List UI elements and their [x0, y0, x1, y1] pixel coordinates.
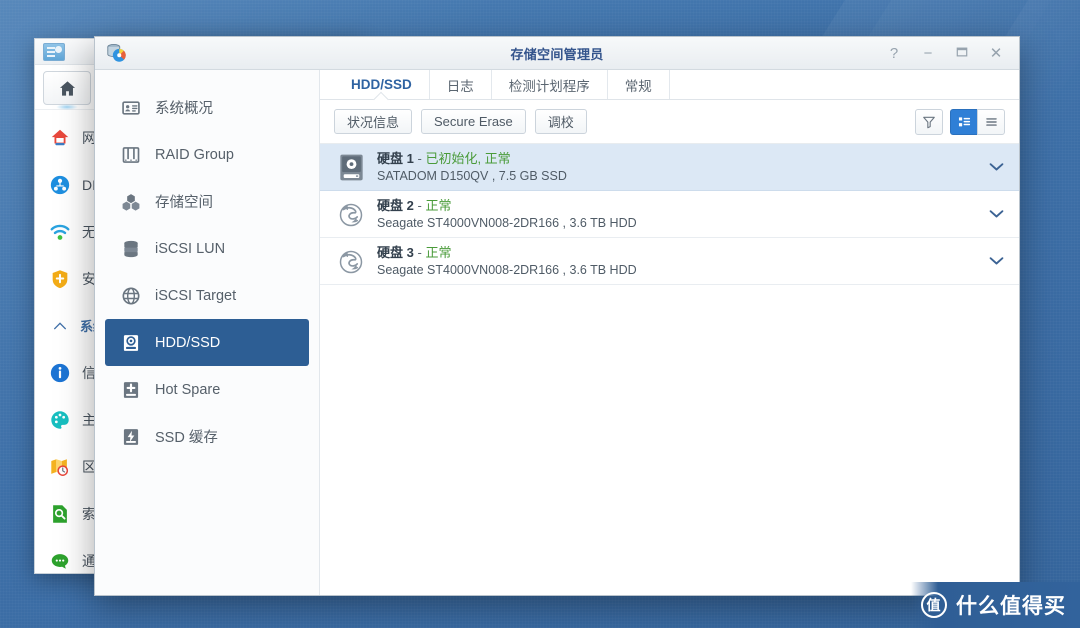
chevron-down-icon	[989, 257, 1003, 265]
indexing-icon	[48, 502, 72, 526]
control-panel-icon	[43, 42, 65, 61]
sidebar-item-label: SSD 缓存	[155, 430, 218, 446]
disk-name: 硬盘 1	[377, 150, 414, 166]
tab-hdd-ssd[interactable]: HDD/SSD	[334, 70, 430, 99]
expand-button[interactable]	[973, 256, 1019, 266]
regional-options-icon	[48, 455, 72, 479]
chevron-up-icon	[48, 314, 72, 338]
expand-button[interactable]	[973, 162, 1019, 172]
disk-status: 已初始化, 正常	[425, 150, 511, 166]
disk-row[interactable]: 硬盘 1 - 已初始化, 正常 SATADOM D150QV , 7.5 GB …	[320, 144, 1019, 191]
disk-separator: -	[417, 150, 422, 166]
raid-group-icon	[120, 144, 142, 166]
disk-name: 硬盘 2	[377, 197, 414, 213]
sidebar-item-ssd-cache[interactable]: SSD 缓存	[105, 413, 309, 460]
disk-row[interactable]: 硬盘 3 - 正常 Seagate ST4000VN008-2DR166 , 3…	[320, 238, 1019, 285]
maximize-button[interactable]	[955, 46, 969, 61]
disk-row[interactable]: 硬盘 2 - 正常 Seagate ST4000VN008-2DR166 , 3…	[320, 191, 1019, 238]
filter-icon	[923, 116, 935, 128]
toolbar-right-group	[915, 108, 1005, 135]
storage-pool-icon	[120, 191, 142, 213]
tab-bar: HDD/SSD 日志 检测计划程序 常规	[320, 70, 1019, 100]
disk-name: 硬盘 3	[377, 244, 414, 260]
expand-button[interactable]	[973, 209, 1019, 219]
disk-list: 硬盘 1 - 已初始化, 正常 SATADOM D150QV , 7.5 GB …	[320, 144, 1019, 595]
window-titlebar[interactable]: 存储空间管理员 ? − ✕	[95, 37, 1019, 70]
content-panel: HDD/SSD 日志 检测计划程序 常规 状况信息 Secure Erase 调…	[320, 70, 1019, 595]
network-house-icon	[48, 126, 72, 150]
list-view-icon	[985, 117, 997, 126]
overview-icon	[120, 97, 142, 119]
window-body: 系统概况 RAID Group 存储空间 iSCSI LUN iSCSI Tar…	[95, 70, 1019, 595]
security-shield-icon	[48, 267, 72, 291]
chevron-down-icon	[989, 210, 1003, 218]
sidebar-item-hdd-ssd[interactable]: HDD/SSD	[105, 319, 309, 366]
disk-model: Seagate ST4000VN008-2DR166 , 3.6 TB HDD	[377, 215, 637, 230]
theme-palette-icon	[48, 408, 72, 432]
storage-manager-window[interactable]: 存储空间管理员 ? − ✕ 系统概况 RAID Group 存储空间 iSCSI…	[94, 36, 1020, 596]
list-view-button[interactable]	[977, 108, 1005, 135]
disk-info: 硬盘 3 - 正常 Seagate ST4000VN008-2DR166 , 3…	[368, 245, 973, 278]
sidebar-item-label: iSCSI LUN	[155, 240, 226, 257]
hot-spare-icon	[120, 379, 142, 401]
ssd-cache-icon	[120, 426, 142, 448]
watermark-badge: 值	[921, 592, 947, 618]
seagate-logo-icon	[334, 199, 368, 229]
sidebar-item-storage-pool[interactable]: 存储空间	[105, 178, 309, 225]
health-info-button[interactable]: 状况信息	[334, 109, 413, 134]
content-toolbar: 状况信息 Secure Erase 调校	[320, 100, 1019, 144]
notification-icon	[48, 549, 72, 573]
iscsi-lun-icon	[120, 238, 142, 260]
sidebar-item-label: 系统概况	[155, 101, 213, 117]
minimize-button[interactable]: −	[921, 46, 935, 61]
help-button[interactable]: ?	[887, 46, 901, 61]
sidebar-item-label: Hot Spare	[155, 381, 221, 398]
sidebar-item-overview[interactable]: 系统概况	[105, 84, 309, 131]
disk-separator: -	[417, 197, 422, 213]
disk-separator: -	[417, 244, 422, 260]
sidebar-navigation: 系统概况 RAID Group 存储空间 iSCSI LUN iSCSI Tar…	[95, 70, 320, 595]
sidebar-item-hot-spare[interactable]: Hot Spare	[105, 366, 309, 413]
sidebar-item-raid-group[interactable]: RAID Group	[105, 131, 309, 178]
sidebar-item-label: HDD/SSD	[155, 334, 221, 351]
sidebar-item-iscsi-lun[interactable]: iSCSI LUN	[105, 225, 309, 272]
seagate-logo-icon	[334, 246, 368, 276]
desktop-background: 网 DI 无 安 系统 信 主 区 索 通 存储空间管理员 ? − ✕ 系统概况…	[0, 0, 1080, 628]
watermark: 值 什么值得买	[911, 582, 1080, 628]
watermark-text: 什么值得买	[956, 595, 1066, 618]
sidebar-item-iscsi-target[interactable]: iSCSI Target	[105, 272, 309, 319]
chevron-down-icon	[989, 163, 1003, 171]
tuning-button[interactable]: 调校	[534, 109, 587, 134]
ssd-drive-icon	[334, 153, 368, 182]
maximize-icon	[956, 47, 968, 56]
tab-scheduler[interactable]: 检测计划程序	[492, 70, 608, 99]
close-button[interactable]: ✕	[989, 46, 1003, 61]
tab-general[interactable]: 常规	[608, 70, 670, 99]
info-icon	[48, 361, 72, 385]
disk-model: SATADOM D150QV , 7.5 GB SSD	[377, 168, 567, 183]
secure-erase-button[interactable]: Secure Erase	[421, 109, 526, 134]
iscsi-target-icon	[120, 285, 142, 307]
sidebar-item-label: 存储空间	[155, 195, 213, 211]
hdd-ssd-icon	[120, 332, 142, 354]
view-mode-group	[950, 108, 1005, 135]
disk-status: 正常	[425, 244, 452, 260]
sidebar-item-label: iSCSI Target	[155, 287, 237, 304]
disk-status: 正常	[425, 197, 452, 213]
disk-model: Seagate ST4000VN008-2DR166 , 3.6 TB HDD	[377, 262, 637, 277]
tab-log[interactable]: 日志	[430, 70, 492, 99]
sidebar-item-label: RAID Group	[155, 146, 234, 163]
detail-view-button[interactable]	[950, 108, 978, 135]
wireless-icon	[48, 220, 72, 244]
ddns-icon	[48, 173, 72, 197]
window-controls: ? − ✕	[887, 46, 1019, 61]
detail-view-icon	[958, 116, 970, 126]
storage-manager-icon	[105, 42, 128, 64]
disk-info: 硬盘 1 - 已初始化, 正常 SATADOM D150QV , 7.5 GB …	[368, 151, 973, 184]
filter-button[interactable]	[915, 108, 943, 135]
window-title: 存储空间管理员	[510, 46, 604, 62]
disk-info: 硬盘 2 - 正常 Seagate ST4000VN008-2DR166 , 3…	[368, 198, 973, 231]
home-icon	[59, 80, 75, 96]
home-button[interactable]	[43, 71, 91, 105]
